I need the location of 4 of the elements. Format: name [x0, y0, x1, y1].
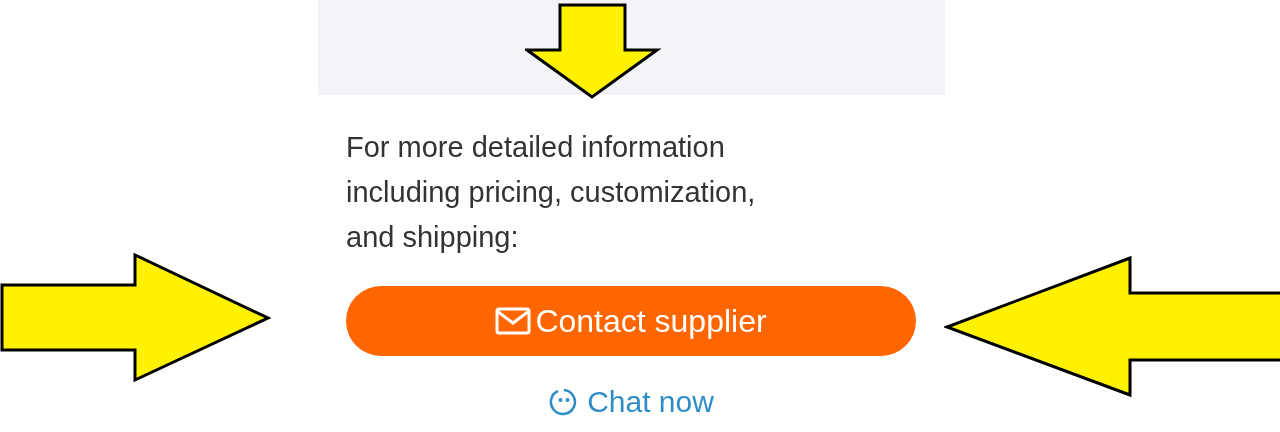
- info-text: For more detailed information including pricing, customization, and shipping:: [346, 130, 757, 255]
- mail-icon: [495, 306, 532, 336]
- chat-now-link[interactable]: Chat now: [549, 382, 714, 422]
- contact-supplier-button[interactable]: Contact supplier: [346, 286, 916, 356]
